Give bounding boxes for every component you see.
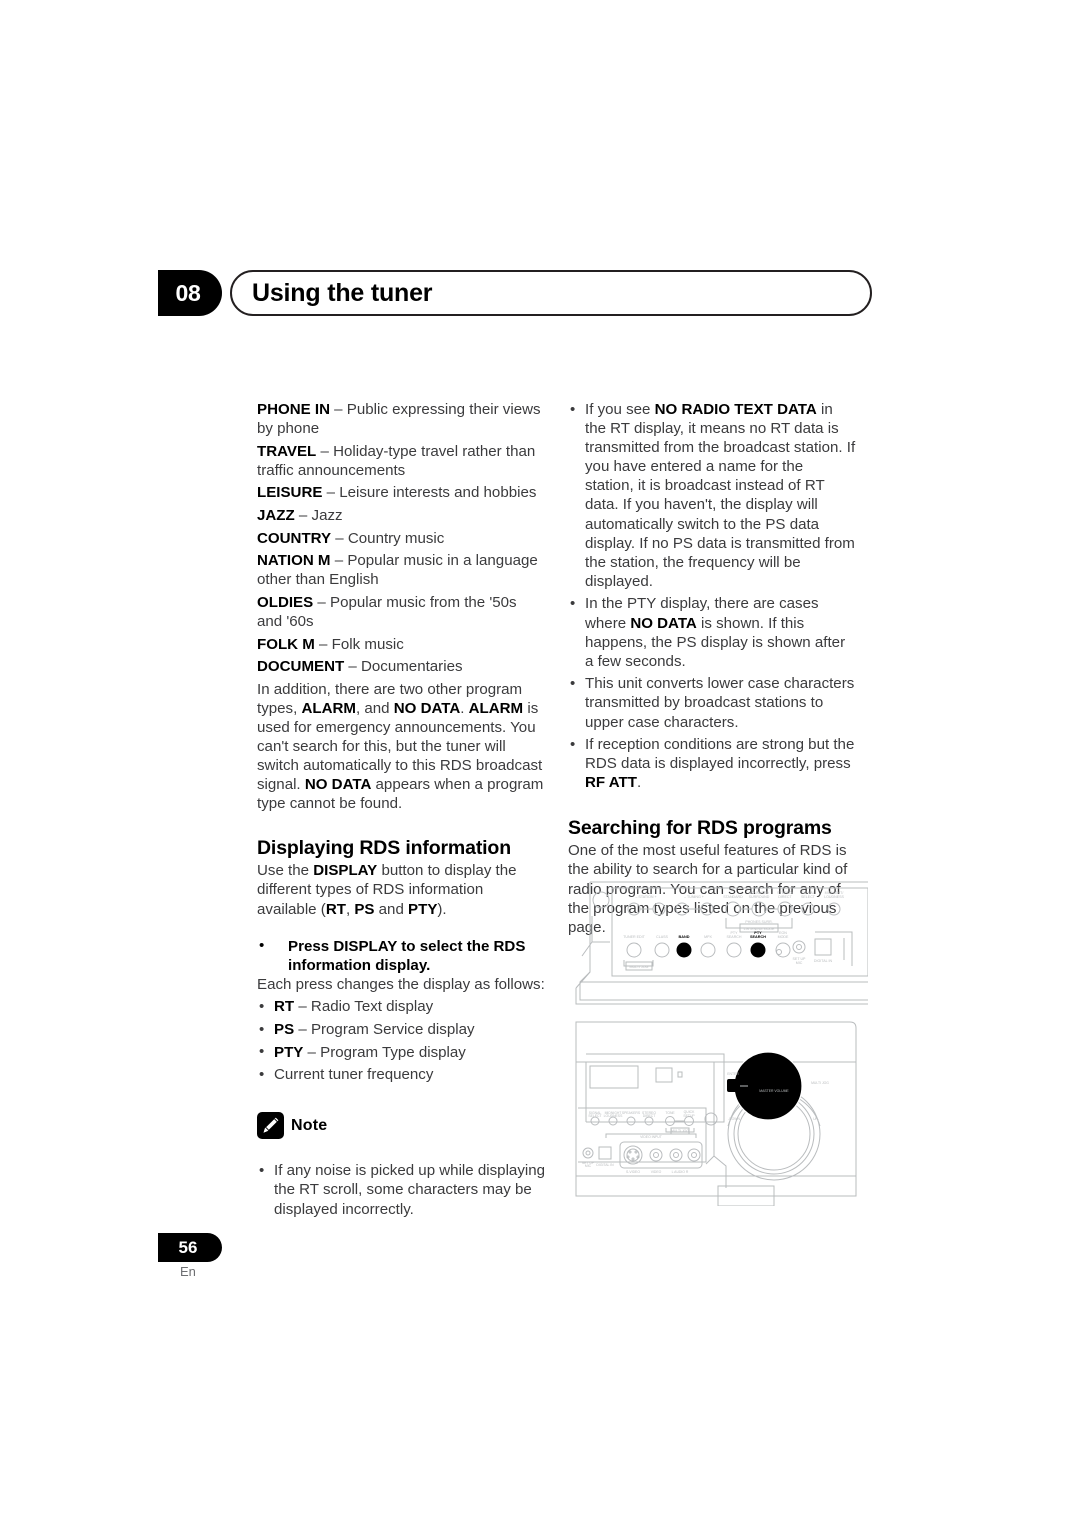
- section-heading-searching-rds: Searching for RDS programs: [568, 817, 832, 840]
- svg-text:MULTI JOG: MULTI JOG: [630, 965, 649, 969]
- svg-text:L AUDIO R: L AUDIO R: [672, 1170, 689, 1174]
- svg-text:BAND: BAND: [679, 935, 690, 939]
- svg-text:-DOWN: -DOWN: [728, 1117, 740, 1121]
- program-type-item: FOLK M – Folk music: [257, 635, 404, 653]
- receiver-front-panel-diagram: – STATION + – TUNING + STANDARD ADVANCED…: [568, 876, 868, 1206]
- svg-text:SPEAKERS: SPEAKERS: [622, 1111, 641, 1115]
- page-number-badge: 56: [158, 1233, 222, 1262]
- program-type-item: LEISURE – Leisure interests and hobbies: [257, 484, 537, 502]
- addendum-paragraph: In addition, there are two other program…: [257, 680, 544, 813]
- note-item: If any noise is picked up while displayi…: [257, 1161, 545, 1218]
- section-intro-paragraph: Use the DISPLAY button to display the di…: [257, 862, 517, 918]
- section-heading-displaying-rds: Displaying RDS information: [257, 837, 511, 860]
- program-type-item: JAZZ – Jazz: [257, 506, 343, 524]
- svg-text:DIGITAL IN: DIGITAL IN: [596, 1163, 614, 1167]
- svg-text:MODE: MODE: [778, 935, 789, 939]
- svg-text:– TUNING +: – TUNING +: [684, 895, 704, 899]
- page-language-code: En: [180, 1264, 196, 1279]
- program-type-item: NATION M – Popular music in a language o…: [257, 552, 538, 589]
- pencil-icon: [257, 1112, 284, 1140]
- page-title: Using the tuner: [252, 279, 433, 307]
- svg-text:LOUDNESS: LOUDNESS: [824, 895, 844, 899]
- svg-text:DIRECT: DIRECT: [778, 895, 792, 899]
- svg-text:STANDARD: STANDARD: [723, 895, 743, 899]
- svg-text:VIDEO INPUT: VIDEO INPUT: [640, 1135, 662, 1139]
- svg-text:MASTER VOLUME: MASTER VOLUME: [759, 1089, 789, 1093]
- svg-text:SETUP: SETUP: [683, 1114, 695, 1118]
- note-header: Note: [257, 1112, 545, 1140]
- svg-text:DIRECT: DIRECT: [643, 1114, 656, 1118]
- program-type-list: PHONE IN – Public expressing their views…: [257, 400, 545, 676]
- note-bullet: In the PTY display, there are cases wher…: [568, 594, 856, 670]
- enter-button: [727, 1079, 740, 1092]
- program-type-item: OLDIES – Popular music from the '50s and…: [257, 593, 517, 630]
- svg-text:S-VIDEO: S-VIDEO: [626, 1170, 640, 1174]
- note-label: Note: [291, 1117, 328, 1135]
- display-mode-item: PTY – Program Type display: [257, 1042, 545, 1062]
- display-mode-item: PS – Program Service display: [257, 1020, 545, 1039]
- display-mode-item: RT – Radio Text display: [257, 997, 545, 1016]
- pty-search-button: [750, 942, 766, 958]
- svg-text:SURROUND: SURROUND: [749, 895, 770, 899]
- svg-text:LOUDNESS: LOUDNESS: [604, 1114, 623, 1118]
- svg-text:MULTI JOG: MULTI JOG: [811, 1081, 829, 1085]
- right-column: If you see NO RADIO TEXT DATA in the RT …: [568, 400, 856, 937]
- svg-text:VIDEO: VIDEO: [651, 1170, 662, 1174]
- instruction-followup: Each press changes the display as follow…: [257, 975, 545, 993]
- note-bullet: If you see NO RADIO TEXT DATA in the RT …: [568, 400, 856, 591]
- chapter-number-badge: 08: [158, 270, 222, 316]
- svg-text:MPX: MPX: [704, 935, 712, 939]
- chapter-header: 08 Using the tuner: [0, 270, 880, 318]
- program-type-item: DOCUMENT – Documentaries: [257, 658, 463, 676]
- program-type-item: TRAVEL – Holiday-type travel rather than…: [257, 442, 536, 479]
- svg-text:TONE: TONE: [665, 1111, 675, 1115]
- note-bullet: This unit converts lower case characters…: [568, 674, 856, 731]
- svg-text:MIC: MIC: [796, 961, 803, 965]
- note-bullet: If reception conditions are strong but t…: [568, 735, 856, 792]
- program-type-item: PHONE IN – Public expressing their views…: [257, 401, 541, 438]
- display-mode-list: RT – Radio Text display PS – Program Ser…: [257, 997, 545, 1084]
- band-button: [676, 942, 692, 958]
- svg-text:TUNER EDIT: TUNER EDIT: [623, 935, 645, 939]
- svg-text:PHONES SURR.: PHONES SURR.: [745, 920, 772, 924]
- svg-text:UP-: UP-: [813, 1117, 819, 1121]
- left-column: PHONE IN – Public expressing their views…: [257, 400, 545, 1219]
- svg-text:SEARCH: SEARCH: [750, 935, 766, 939]
- svg-text:MIC: MIC: [585, 1164, 592, 1168]
- program-type-item: COUNTRY – Country music: [257, 529, 445, 547]
- svg-text:SELECT: SELECT: [588, 1114, 601, 1118]
- svg-text:SELECT: SELECT: [801, 895, 816, 899]
- svg-text:SEARCH: SEARCH: [727, 935, 742, 939]
- display-mode-item: Current tuner frequency: [257, 1065, 545, 1084]
- svg-text:– STATION +: – STATION +: [635, 895, 656, 899]
- svg-text:ENTER: ENTER: [727, 1072, 739, 1076]
- svg-text:MULTI JOG: MULTI JOG: [671, 1129, 689, 1133]
- manual-page: 08 Using the tuner PHONE IN – Public exp…: [0, 0, 1080, 1528]
- svg-text:CLASS: CLASS: [656, 935, 668, 939]
- instruction-step: Press DISPLAY to select the RDS informat…: [257, 936, 545, 975]
- svg-text:DIGITAL IN: DIGITAL IN: [814, 959, 833, 963]
